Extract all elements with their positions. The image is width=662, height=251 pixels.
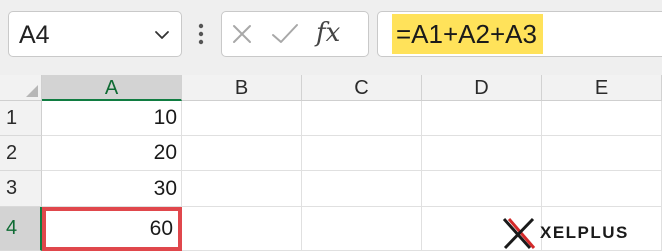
cell-a4[interactable]: 60 bbox=[42, 207, 182, 251]
column-header-b[interactable]: B bbox=[182, 75, 302, 101]
select-all-button[interactable] bbox=[0, 75, 42, 101]
cell-c1[interactable] bbox=[302, 101, 422, 136]
row-header-1[interactable]: 1 bbox=[0, 101, 42, 136]
cell-c3[interactable] bbox=[302, 171, 422, 207]
spreadsheet-window: A4 fx =A1+A2+A3 A B C D E 1 10 2 20 3 30… bbox=[0, 0, 662, 251]
cell-d2[interactable] bbox=[422, 136, 542, 171]
cell-d3[interactable] bbox=[422, 171, 542, 207]
checkmark-icon[interactable] bbox=[270, 22, 300, 46]
cell-b2[interactable] bbox=[182, 136, 302, 171]
chevron-down-icon[interactable] bbox=[153, 26, 171, 44]
vertical-ellipsis-icon[interactable] bbox=[196, 20, 206, 50]
cell-e2[interactable] bbox=[542, 136, 662, 171]
cell-d1[interactable] bbox=[422, 101, 542, 136]
insert-function-button[interactable]: fx bbox=[316, 18, 340, 48]
cell-b3[interactable] bbox=[182, 171, 302, 207]
name-box[interactable]: A4 bbox=[8, 11, 182, 57]
cell-e3[interactable] bbox=[542, 171, 662, 207]
logo-text: XELPLUS bbox=[540, 223, 629, 242]
x-logo-icon bbox=[502, 217, 536, 250]
cell-e1[interactable] bbox=[542, 101, 662, 136]
formula-text: =A1+A2+A3 bbox=[396, 18, 537, 49]
cell-c2[interactable] bbox=[302, 136, 422, 171]
row-header-2[interactable]: 2 bbox=[0, 136, 42, 171]
cell-a3[interactable]: 30 bbox=[42, 171, 182, 207]
row-header-4[interactable]: 4 bbox=[0, 207, 42, 251]
xelplus-logo: XELPLUS bbox=[500, 215, 660, 251]
cell-c4[interactable] bbox=[302, 207, 422, 251]
name-box-value: A4 bbox=[19, 21, 50, 49]
cell-a2[interactable]: 20 bbox=[42, 136, 182, 171]
column-header-a[interactable]: A bbox=[42, 75, 182, 101]
cell-a1[interactable]: 10 bbox=[42, 101, 182, 136]
close-icon[interactable] bbox=[230, 22, 254, 46]
formula-highlight: =A1+A2+A3 bbox=[392, 14, 543, 54]
column-header-c[interactable]: C bbox=[302, 75, 422, 101]
cell-b1[interactable] bbox=[182, 101, 302, 136]
select-all-triangle-icon bbox=[26, 85, 38, 97]
formula-input[interactable]: =A1+A2+A3 bbox=[377, 11, 662, 57]
column-header-d[interactable]: D bbox=[422, 75, 542, 101]
formula-bar-strip: A4 fx =A1+A2+A3 bbox=[0, 0, 662, 76]
row-header-3[interactable]: 3 bbox=[0, 171, 42, 207]
cell-b4[interactable] bbox=[182, 207, 302, 251]
column-header-e[interactable]: E bbox=[542, 75, 662, 101]
formula-actions: fx bbox=[221, 11, 369, 57]
